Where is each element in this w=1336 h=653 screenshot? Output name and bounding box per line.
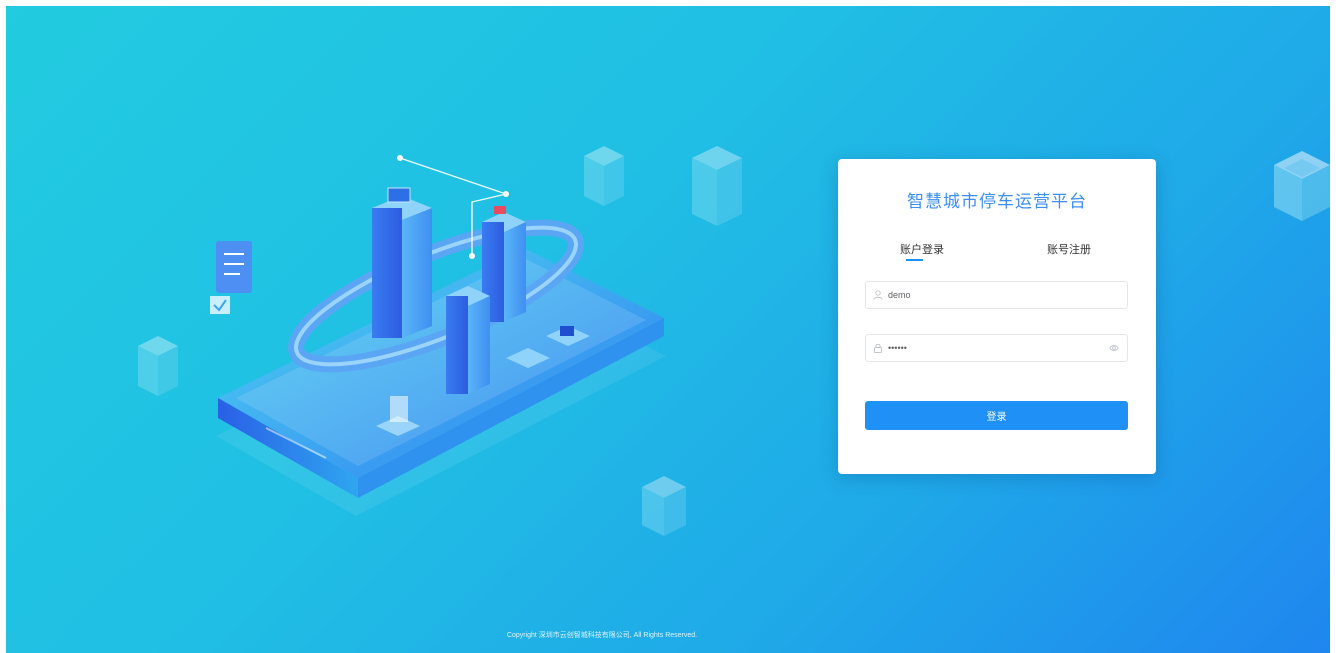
username-input[interactable] [888, 286, 1098, 304]
smart-city-illustration [210, 155, 666, 516]
decorative-stack-icon [1274, 151, 1330, 221]
login-button[interactable]: 登录 [865, 401, 1128, 430]
password-input[interactable] [888, 339, 1098, 357]
decorative-cube-icon [692, 146, 742, 226]
login-card: 智慧城市停车运营平台 账户登录 账号注册 登录 [838, 159, 1156, 474]
active-tab-indicator [906, 259, 923, 261]
password-field[interactable] [865, 334, 1128, 362]
login-page-background: 智慧城市停车运营平台 账户登录 账号注册 登录 Copyright 深圳市云创智… [6, 6, 1330, 653]
copyright-footer: Copyright 深圳市云创智城科技有限公司, All Rights Rese… [506, 632, 698, 639]
lock-icon [874, 343, 882, 353]
user-icon [873, 290, 883, 300]
eye-icon[interactable] [1109, 343, 1119, 353]
tab-account-login[interactable]: 账户登录 [900, 241, 944, 257]
platform-title: 智慧城市停车运营平台 [907, 192, 1087, 211]
username-field[interactable] [865, 281, 1128, 309]
tab-account-register[interactable]: 账号注册 [1047, 241, 1091, 257]
